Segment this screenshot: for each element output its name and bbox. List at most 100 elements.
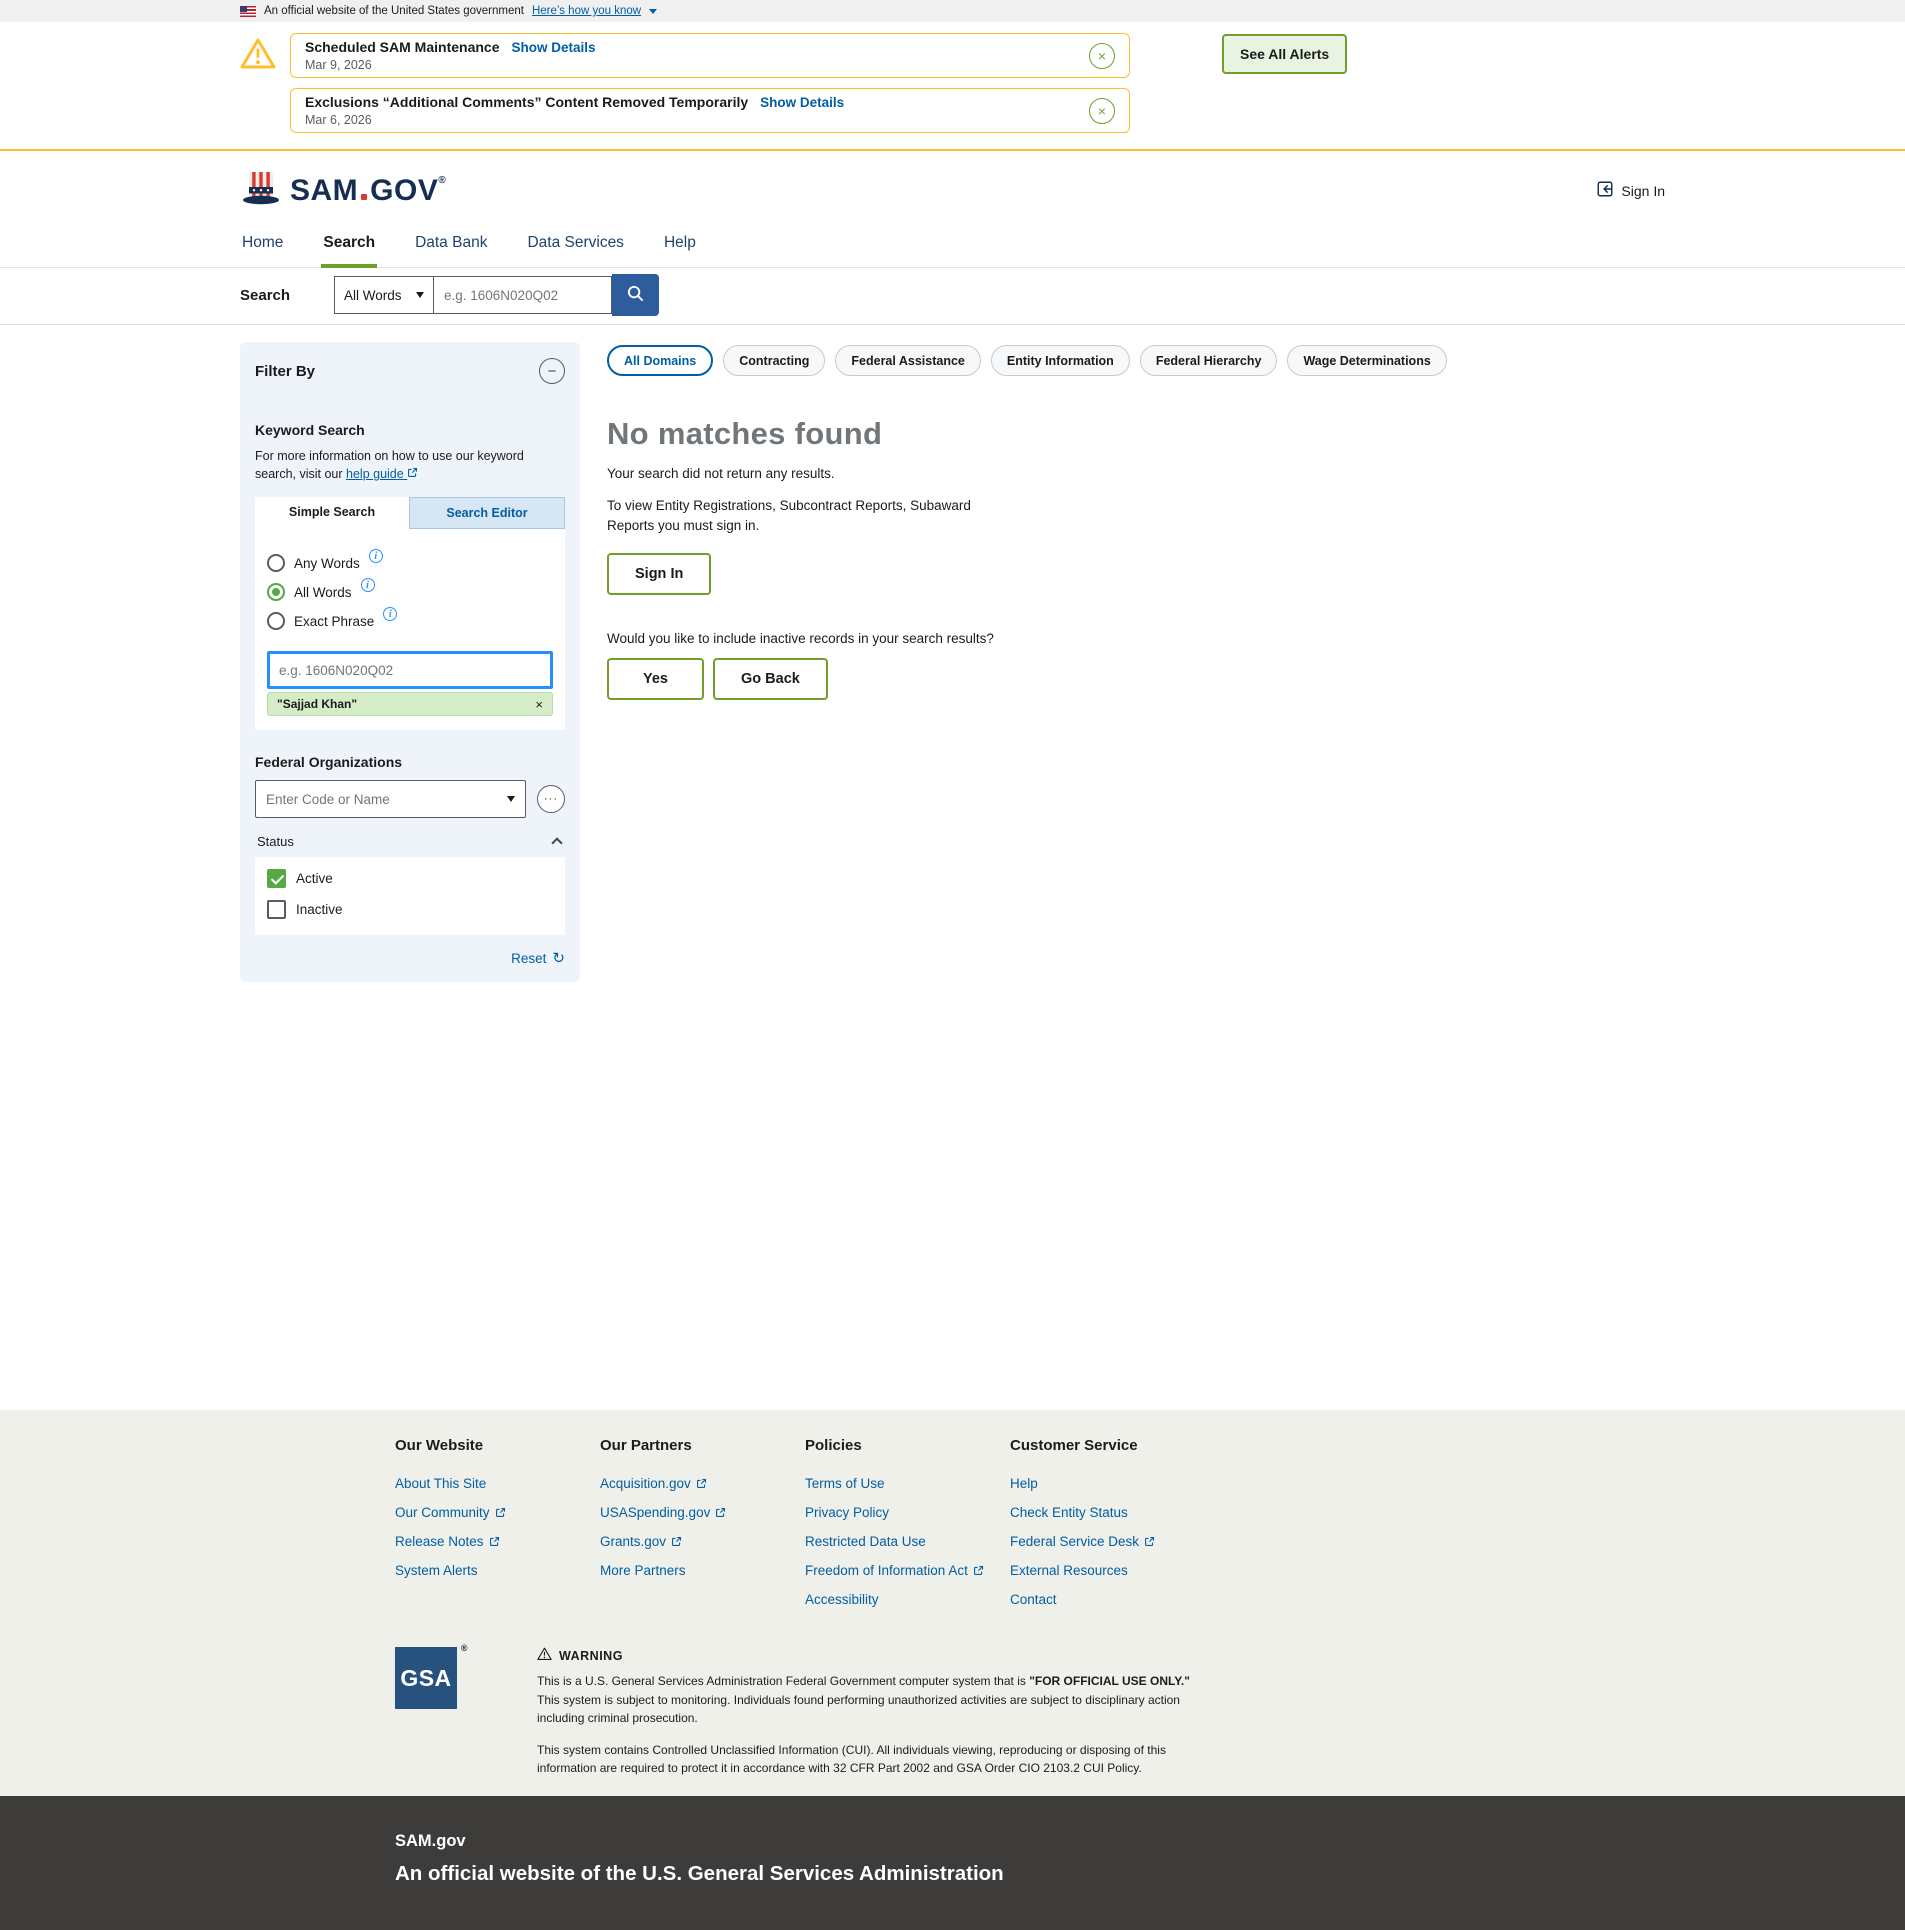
- status-box: Active Inactive: [255, 857, 565, 936]
- footer-link-help[interactable]: Help: [1010, 1476, 1215, 1491]
- site-header: SAM GOV® Sign In: [240, 151, 1665, 224]
- go-back-button[interactable]: Go Back: [713, 657, 828, 700]
- radio-selected-icon: [267, 583, 285, 602]
- gsa-logo: GSA ®: [395, 1643, 467, 1709]
- remove-chip-button[interactable]: ×: [535, 698, 543, 711]
- footer-link-acquisition-gov[interactable]: Acquisition.gov: [600, 1476, 805, 1491]
- footer-link-contact[interactable]: Contact: [1010, 1592, 1215, 1607]
- site-footer: Our Website About This Site Our Communit…: [0, 1410, 1905, 1796]
- warning-block: WARNING This is a U.S. General Services …: [537, 1647, 1197, 1778]
- footer-link-release-notes[interactable]: Release Notes: [395, 1534, 600, 1549]
- domain-pill-federal-assistance[interactable]: Federal Assistance: [835, 345, 981, 376]
- info-icon[interactable]: i: [368, 549, 383, 564]
- alert-close-button[interactable]: ×: [1089, 97, 1115, 124]
- footer-link-external-resources[interactable]: External Resources: [1010, 1563, 1215, 1578]
- footer-tagline: An official website of the U.S. General …: [395, 1861, 1004, 1885]
- footer-heading: Customer Service: [1010, 1437, 1138, 1454]
- org-browse-button[interactable]: ···: [537, 785, 565, 814]
- info-icon[interactable]: i: [360, 578, 375, 593]
- heres-how-you-know-link[interactable]: Here’s how you know: [532, 5, 641, 17]
- external-link-icon: [408, 468, 418, 478]
- footer-link-check-entity-status[interactable]: Check Entity Status: [1010, 1505, 1215, 1520]
- sign-in-button[interactable]: Sign In: [607, 552, 712, 595]
- inactive-records-question: Would you like to include inactive recor…: [607, 630, 994, 646]
- external-link-icon: [672, 1536, 682, 1546]
- nav-item-help[interactable]: Help: [662, 224, 698, 267]
- radio-all-words[interactable]: All Words i: [267, 578, 553, 602]
- collapse-filters-button[interactable]: −: [539, 358, 565, 384]
- content-area: Filter By − Keyword Search For more info…: [240, 325, 1665, 1410]
- checkbox-unchecked-icon: [267, 900, 286, 920]
- minus-icon: −: [547, 362, 557, 380]
- results-area: All Domains Contracting Federal Assistan…: [607, 342, 1665, 700]
- external-link-icon: [696, 1478, 706, 1488]
- footer-column-our-partners: Our Partners Acquisition.gov USASpending…: [600, 1437, 805, 1621]
- sam-gov-logo[interactable]: SAM GOV®: [240, 169, 446, 212]
- search-label: Search: [240, 286, 291, 304]
- external-link-icon: [1145, 1536, 1155, 1546]
- chevron-down-icon: [416, 292, 424, 298]
- footer-link-our-community[interactable]: Our Community: [395, 1505, 600, 1520]
- footer-link-usaspending-gov[interactable]: USASpending.gov: [600, 1505, 805, 1520]
- tab-search-editor[interactable]: Search Editor: [409, 497, 565, 530]
- federal-org-combobox[interactable]: Enter Code or Name: [255, 780, 526, 819]
- status-active-checkbox[interactable]: Active: [267, 869, 553, 889]
- alert-show-details-link[interactable]: Show Details: [511, 40, 595, 55]
- radio-unselected-icon: [267, 554, 285, 573]
- radio-any-words[interactable]: Any Words i: [267, 549, 553, 573]
- red-dot-icon: [361, 193, 368, 200]
- search-mode-value: All Words: [344, 287, 402, 303]
- yes-button[interactable]: Yes: [607, 657, 704, 700]
- checkbox-checked-icon: [267, 869, 286, 889]
- footer-link-system-alerts[interactable]: System Alerts: [395, 1563, 600, 1578]
- footer-link-freedom-of-information-act[interactable]: Freedom of Information Act: [805, 1563, 1010, 1578]
- alert-close-button[interactable]: ×: [1089, 42, 1115, 69]
- keyword-input[interactable]: [267, 651, 553, 690]
- footer-link-restricted-data-use[interactable]: Restricted Data Use: [805, 1534, 1010, 1549]
- reset-icon: ↻: [552, 950, 565, 968]
- ellipsis-icon: ···: [544, 793, 558, 806]
- domain-pill-all-domains[interactable]: All Domains: [607, 345, 714, 376]
- alert-exclusions-content-removed: Exclusions “Additional Comments” Content…: [290, 88, 1130, 133]
- nav-item-home[interactable]: Home: [240, 224, 285, 267]
- alert-show-details-link[interactable]: Show Details: [760, 95, 844, 110]
- nav-item-search[interactable]: Search: [321, 224, 378, 268]
- search-button[interactable]: [612, 274, 659, 316]
- us-flag-icon: [240, 5, 256, 17]
- radio-exact-phrase[interactable]: Exact Phrase i: [267, 607, 553, 631]
- see-all-alerts-button[interactable]: See All Alerts: [1222, 34, 1348, 74]
- search-mode-select[interactable]: All Words: [334, 276, 434, 314]
- domain-pill-wage-determinations[interactable]: Wage Determinations: [1287, 345, 1447, 376]
- registered-mark: ®: [460, 1643, 468, 1653]
- info-icon[interactable]: i: [383, 607, 398, 622]
- footer-link-grants-gov[interactable]: Grants.gov: [600, 1534, 805, 1549]
- footer-heading: Our Website: [395, 1437, 484, 1454]
- domain-pill-contracting[interactable]: Contracting: [723, 345, 826, 376]
- footer-link-privacy-policy[interactable]: Privacy Policy: [805, 1505, 1010, 1520]
- tab-simple-search[interactable]: Simple Search: [255, 497, 409, 530]
- footer-link-more-partners[interactable]: More Partners: [600, 1563, 805, 1578]
- nav-bar: Home Search Data Bank Data Services Help: [0, 224, 1905, 268]
- footer-link-terms-of-use[interactable]: Terms of Use: [805, 1476, 1010, 1491]
- footer-link-federal-service-desk[interactable]: Federal Service Desk: [1010, 1534, 1215, 1549]
- nav-item-data-bank[interactable]: Data Bank: [413, 224, 489, 267]
- status-section-header[interactable]: Status: [255, 832, 565, 857]
- footer-link-about-this-site[interactable]: About This Site: [395, 1476, 600, 1491]
- footer-link-accessibility[interactable]: Accessibility: [805, 1592, 1010, 1607]
- chevron-down-icon: [649, 8, 658, 14]
- status-inactive-checkbox[interactable]: Inactive: [267, 900, 553, 920]
- search-input[interactable]: [434, 276, 612, 314]
- warning-paragraph-2: This system contains Controlled Unclassi…: [537, 1742, 1166, 1776]
- alert-title: Exclusions “Additional Comments” Content…: [305, 94, 749, 110]
- domain-pill-federal-hierarchy[interactable]: Federal Hierarchy: [1139, 345, 1278, 376]
- domain-pill-entity-information[interactable]: Entity Information: [990, 345, 1130, 376]
- external-link-icon: [716, 1507, 726, 1517]
- alert-date: Mar 9, 2026: [305, 58, 372, 72]
- main-nav: Home Search Data Bank Data Services Help: [240, 224, 1665, 268]
- sign-in-link[interactable]: Sign In: [1596, 180, 1665, 201]
- reset-filters-link[interactable]: Reset ↻: [511, 950, 565, 968]
- filter-by-title: Filter By: [255, 362, 316, 380]
- close-icon: ×: [1097, 102, 1107, 119]
- nav-item-data-services[interactable]: Data Services: [525, 224, 625, 267]
- help-guide-link[interactable]: help guide: [346, 467, 418, 481]
